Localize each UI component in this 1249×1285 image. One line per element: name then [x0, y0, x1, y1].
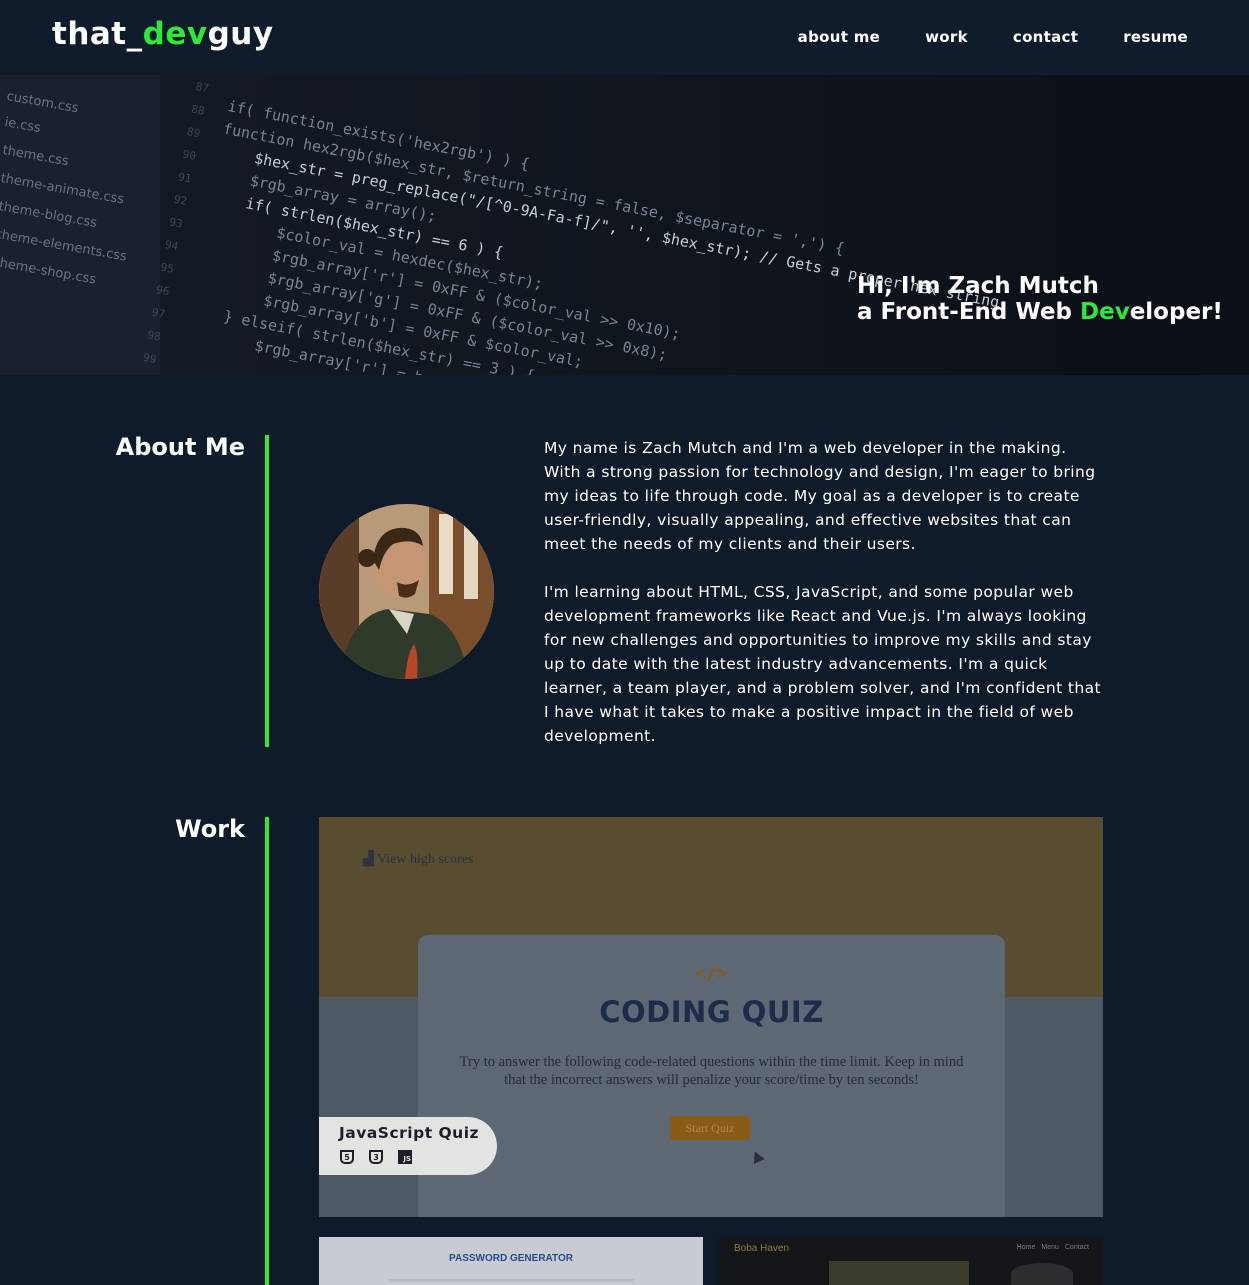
- preview-boba-map-image: [829, 1261, 969, 1285]
- work-heading: Work: [175, 815, 245, 843]
- logo-text-part1: that_: [52, 16, 143, 52]
- html5-icon: 5: [340, 1150, 354, 1164]
- avatar: [319, 504, 494, 679]
- nav-link-work[interactable]: work: [925, 28, 968, 46]
- preview-password-title: PASSWORD GENERATOR: [449, 1253, 573, 1264]
- preview-boba-nav-item: Contact: [1064, 1244, 1089, 1251]
- hero-sidebar-file: theme-blog.css: [0, 199, 99, 232]
- js-icon: JS: [398, 1150, 412, 1164]
- preview-boba-lamp-image: [1011, 1263, 1073, 1285]
- main-nav: about me work contact resume: [798, 28, 1188, 46]
- nav-link-about-me[interactable]: about me: [798, 28, 880, 46]
- hero-sidebar-file: theme.css: [1, 143, 70, 170]
- project-label-javascript-quiz[interactable]: JavaScript Quiz 5 3 JS: [319, 1117, 497, 1175]
- preview-quiz-card: </> CODING QUIZ Try to answer the follow…: [418, 935, 1005, 1217]
- hero-code-background: if( function_exists('hex2rgb') ) { funct…: [182, 95, 1010, 375]
- preview-quiz-description: Try to answer the following code-related…: [459, 1054, 964, 1088]
- nav-link-resume[interactable]: resume: [1123, 28, 1188, 46]
- hero-role-prefix: a Front-End Web: [857, 299, 1081, 325]
- site-logo[interactable]: that_devguy: [52, 16, 274, 52]
- preview-password-box: [389, 1279, 634, 1282]
- hero-banner: custom.css ie.css theme.css theme-animat…: [0, 75, 1249, 375]
- preview-quiz-title: CODING QUIZ: [599, 995, 824, 1029]
- avatar-photo-illustration: [319, 504, 494, 679]
- logo-text-part2: guy: [207, 16, 274, 52]
- site-header: that_devguy about me work contact resume: [0, 0, 1249, 75]
- preview-boba-nav-item: Menu: [1041, 1244, 1059, 1251]
- hero-role-accent: Dev: [1080, 299, 1130, 325]
- logo-text-accent: dev: [142, 16, 208, 52]
- hero-title: Hi, I'm Zach Mutch a Front-End Web Devel…: [857, 273, 1223, 325]
- preview-boba-nav-item: Home: [1016, 1244, 1036, 1251]
- hero-sidebar-file: custom.css: [5, 89, 80, 117]
- hero-role-suffix: eloper!: [1129, 299, 1223, 325]
- project-name: JavaScript Quiz: [339, 1124, 480, 1142]
- preview-boba-brand: Boba Haven: [734, 1243, 790, 1254]
- project-card-boba-haven[interactable]: Boba Haven Home Menu Contact: [719, 1237, 1103, 1285]
- about-paragraph: I'm learning about HTML, CSS, JavaScript…: [544, 583, 1101, 745]
- preview-start-quiz-button: Start Quiz: [670, 1116, 750, 1140]
- work-divider-line: [265, 817, 269, 1285]
- hero-greeting: Hi, I'm Zach Mutch: [857, 273, 1099, 299]
- leaderboard-icon: ▟: [363, 852, 378, 867]
- code-icon: </>: [695, 963, 728, 984]
- project-card-password-generator[interactable]: PASSWORD GENERATOR: [319, 1237, 703, 1285]
- hero-sidebar-file: theme-shop.css: [0, 255, 98, 288]
- project-tech-icons: 5 3 JS: [340, 1150, 412, 1164]
- hero-code-file-sidebar: custom.css ie.css theme.css theme-animat…: [0, 75, 160, 375]
- hero-sidebar-file: ie.css: [3, 115, 42, 137]
- about-divider-line: [265, 435, 269, 747]
- preview-boba-nav: Home Menu Contact: [1017, 1244, 1089, 1251]
- nav-link-contact[interactable]: contact: [1013, 28, 1078, 46]
- css3-icon: 3: [369, 1150, 383, 1164]
- about-text: My name is Zach Mutch and I'm a web deve…: [544, 436, 1104, 748]
- about-heading: About Me: [115, 433, 245, 461]
- preview-high-scores-link: ▟ View high scores: [363, 852, 474, 867]
- about-paragraph: My name is Zach Mutch and I'm a web deve…: [544, 439, 1096, 553]
